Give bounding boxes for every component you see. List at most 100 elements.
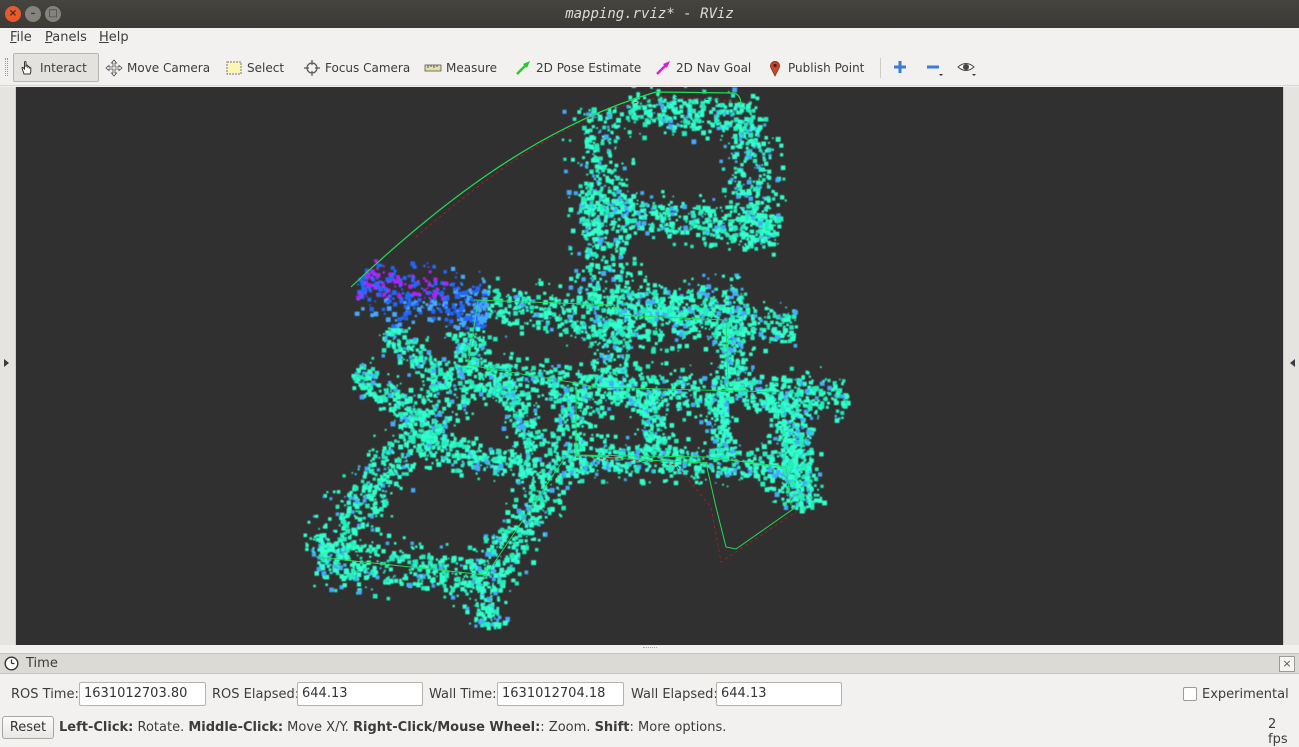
cloud-point — [759, 327, 763, 331]
cloud-point — [363, 474, 366, 478]
cloud-point — [568, 449, 572, 453]
cloud-point — [668, 320, 671, 323]
cloud-point — [568, 139, 572, 142]
tool-move-camera[interactable]: Move Camera — [101, 53, 214, 82]
view-options-button[interactable] — [955, 56, 977, 78]
cloud-point — [375, 527, 381, 533]
right-dock-collapse[interactable] — [1283, 87, 1299, 645]
cloud-point — [651, 348, 656, 354]
add-tool-button[interactable] — [889, 56, 911, 78]
cloud-point — [616, 305, 620, 309]
cloud-point — [584, 331, 588, 334]
left-dock-collapse[interactable] — [0, 87, 16, 645]
cloud-point — [562, 109, 567, 114]
cloud-point — [569, 444, 572, 447]
cloud-point — [725, 369, 728, 372]
cloud-point — [358, 498, 360, 501]
cloud-point — [622, 345, 625, 348]
cloud-point — [615, 462, 618, 465]
cloud-point — [775, 321, 779, 325]
cloud-point — [634, 293, 640, 299]
cloud-point — [751, 380, 756, 386]
cloud-point — [436, 307, 439, 309]
cloud-point — [755, 474, 761, 479]
cloud-point — [567, 384, 569, 387]
cloud-point — [427, 266, 430, 268]
menu-panels[interactable]: Panels — [45, 30, 87, 45]
cloud-point — [363, 486, 366, 489]
cloud-point — [615, 246, 618, 249]
cloud-point — [591, 324, 596, 330]
cloud-point — [383, 287, 388, 292]
cloud-point — [615, 135, 619, 139]
menu-file[interactable]: File — [10, 30, 32, 45]
cloud-point — [467, 303, 470, 306]
cloud-point — [482, 293, 485, 297]
cloud-point — [606, 459, 609, 462]
render-viewport[interactable] — [16, 87, 1283, 645]
tool-measure[interactable]: Measure — [420, 53, 501, 82]
tool-2d-pose-estimate[interactable]: 2D Pose Estimate — [510, 53, 645, 82]
cloud-point — [618, 447, 622, 451]
cloud-point — [610, 335, 613, 338]
cloud-point — [384, 490, 387, 493]
cloud-point — [380, 513, 384, 518]
cloud-point — [737, 342, 742, 347]
cloud-point — [732, 340, 736, 343]
toolbar-grip[interactable] — [5, 58, 8, 76]
cloud-point — [370, 515, 374, 519]
cloud-point — [631, 161, 636, 166]
tool-interact[interactable]: Interact — [13, 53, 99, 82]
cloud-point — [338, 524, 341, 527]
cloud-point — [601, 372, 605, 375]
cloud-point — [456, 272, 458, 274]
cloud-point — [456, 313, 462, 318]
cloud-point — [666, 402, 670, 406]
cloud-point — [769, 336, 774, 342]
cloud-point — [697, 458, 701, 462]
cloud-point — [627, 234, 632, 239]
cloud-point — [414, 298, 416, 301]
cloud-point — [451, 572, 454, 575]
cloud-point — [450, 432, 455, 437]
cloud-point — [608, 391, 611, 393]
cloud-point — [406, 453, 411, 457]
cloud-point — [660, 470, 665, 474]
cloud-point — [752, 333, 754, 336]
cloud-point — [714, 288, 716, 290]
cloud-point — [810, 416, 814, 420]
cloud-point — [312, 547, 315, 550]
cloud-point — [578, 184, 583, 189]
cloud-point — [801, 375, 805, 379]
cloud-point — [607, 374, 613, 380]
tool-select[interactable]: Select — [221, 53, 288, 82]
cloud-point — [736, 377, 740, 381]
cloud-point — [393, 481, 399, 487]
cloud-point — [781, 383, 787, 389]
cloud-point — [759, 318, 763, 323]
cloud-point — [625, 435, 630, 440]
cloud-point — [637, 289, 640, 291]
cloud-point — [605, 175, 610, 180]
cloud-point — [460, 317, 463, 320]
cloud-point — [558, 284, 563, 289]
cloud-point — [547, 383, 553, 388]
tool-focus-camera[interactable]: Focus Camera — [299, 53, 414, 82]
cloud-point — [635, 318, 638, 321]
cloud-point — [814, 396, 819, 401]
cloud-point — [615, 450, 620, 455]
cloud-point — [581, 462, 586, 466]
cloud-point — [625, 341, 630, 346]
cloud-point — [717, 325, 722, 330]
cloud-point — [595, 472, 599, 477]
cloud-point — [597, 368, 600, 371]
tool-publish-point[interactable]: Publish Point — [762, 53, 868, 82]
cloud-point — [351, 472, 354, 474]
cloud-point — [413, 285, 416, 289]
remove-tool-button[interactable] — [922, 56, 944, 78]
cloud-point — [722, 384, 725, 387]
tool-2d-nav-goal[interactable]: 2D Nav Goal — [650, 53, 755, 82]
cloud-point — [778, 451, 781, 454]
cloud-point — [584, 164, 589, 169]
menu-help[interactable]: Help — [99, 30, 129, 45]
